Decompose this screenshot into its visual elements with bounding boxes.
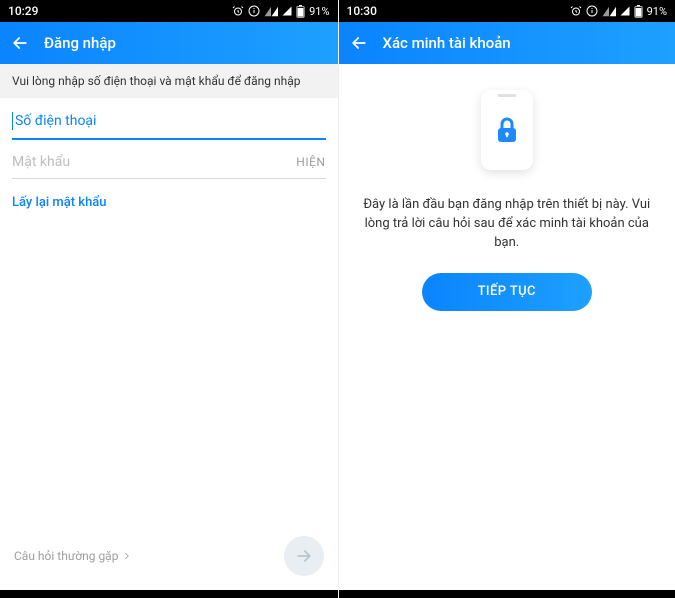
- faq-label: Câu hỏi thường gặp: [14, 549, 118, 563]
- app-bar: Đăng nhập: [0, 22, 338, 64]
- back-button[interactable]: [349, 33, 369, 53]
- status-bar: 10:29 91%: [0, 0, 338, 22]
- verify-message: Đây là lần đầu bạn đăng nhập trên thiết …: [363, 196, 652, 253]
- continue-button[interactable]: TIẾP TỤC: [422, 273, 592, 311]
- bottom-row: Câu hỏi thường gặp: [0, 526, 338, 590]
- battery-icon: [634, 5, 643, 18]
- screen-verify: 10:30 91% Xác minh tài khoản Đây là lần …: [338, 0, 675, 598]
- arrow-right-icon: [294, 546, 314, 566]
- status-time: 10:29: [8, 4, 38, 18]
- alarm-icon: [232, 5, 244, 17]
- verify-illustration: [481, 90, 533, 170]
- password-input[interactable]: [12, 154, 288, 170]
- verify-content: Đây là lần đầu bạn đăng nhập trên thiết …: [339, 64, 675, 590]
- info-icon: [248, 5, 260, 17]
- app-bar-title: Đăng nhập: [44, 34, 116, 52]
- chevron-right-icon: [122, 551, 132, 561]
- lock-icon: [495, 116, 519, 144]
- arrow-left-icon: [349, 33, 369, 53]
- login-instruction: Vui lòng nhập số điện thoại và mật khẩu …: [0, 64, 338, 98]
- arrow-left-icon: [10, 33, 30, 53]
- phone-input[interactable]: [15, 113, 326, 129]
- signal-icon: [620, 5, 630, 17]
- signal-dual-icon: [602, 5, 616, 17]
- back-button[interactable]: [10, 33, 30, 53]
- faq-link[interactable]: Câu hỏi thường gặp: [14, 549, 132, 563]
- login-form: HIỆN Lấy lại mật khẩu: [0, 98, 338, 226]
- battery-text: 91%: [309, 5, 329, 18]
- signal-dual-icon: [264, 5, 278, 17]
- signal-icon: [282, 5, 292, 17]
- screen-login: 10:29 91% Đăng nhập Vui lòng nhập số điệ…: [0, 0, 338, 598]
- android-nav-bar: [0, 590, 338, 598]
- password-field-row[interactable]: HIỆN: [12, 140, 326, 179]
- status-icons: 91%: [232, 5, 329, 18]
- status-time: 10:30: [347, 4, 377, 18]
- app-bar: Xác minh tài khoản: [339, 22, 675, 64]
- text-cursor: [12, 112, 13, 130]
- info-icon: [586, 5, 598, 17]
- status-icons: 91%: [570, 5, 667, 18]
- battery-icon: [296, 5, 305, 18]
- android-nav-bar: [339, 590, 675, 598]
- next-button[interactable]: [284, 536, 324, 576]
- forgot-password-link[interactable]: Lấy lại mật khẩu: [12, 179, 326, 226]
- alarm-icon: [570, 5, 582, 17]
- continue-label: TIẾP TỤC: [478, 284, 536, 299]
- phone-notch-icon: [498, 94, 516, 97]
- battery-text: 91%: [647, 5, 667, 18]
- phone-field-row[interactable]: [12, 98, 326, 140]
- show-password-toggle[interactable]: HIỆN: [288, 155, 325, 169]
- status-bar: 10:30 91%: [339, 0, 675, 22]
- app-bar-title: Xác minh tài khoản: [383, 34, 511, 52]
